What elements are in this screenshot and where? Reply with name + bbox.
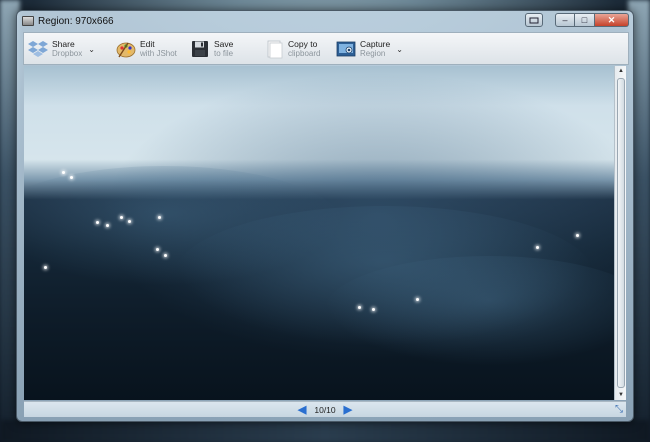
save-to-file-button[interactable]: Save to file [190, 37, 233, 61]
light-sparkle [416, 298, 419, 301]
scroll-up-arrow-icon[interactable]: ▲ [615, 66, 627, 76]
window-extra-button[interactable] [525, 13, 543, 27]
close-icon: ✕ [607, 14, 616, 25]
edit-label: Edit [140, 39, 155, 49]
share-sublabel: Dropbox [52, 49, 83, 58]
dropbox-icon [28, 40, 48, 58]
copy-to-clipboard-button[interactable]: Copy to clipboard [264, 37, 320, 61]
light-sparkle [70, 176, 73, 179]
capture-label: Capture [360, 39, 391, 49]
minimize-icon: – [562, 15, 568, 25]
scrollbar-thumb[interactable] [617, 78, 625, 388]
light-sparkle [96, 221, 99, 224]
desktop-background-bottom [0, 420, 650, 442]
jshot-window: Region: 970x666 – □ ✕ Share Dropbox ⌄ Ed… [16, 10, 634, 422]
light-sparkle [120, 216, 123, 219]
floppy-disk-icon [190, 40, 210, 58]
light-sparkle [536, 246, 539, 249]
maximize-button[interactable]: □ [575, 13, 595, 27]
copy-sublabel: clipboard [288, 49, 321, 58]
minimize-button[interactable]: – [555, 13, 575, 27]
copy-label: Copy to [288, 39, 318, 49]
save-sublabel: to file [214, 49, 234, 58]
light-sparkle [372, 308, 375, 311]
capture-region-button[interactable]: Capture Region ⌄ [336, 37, 403, 61]
light-sparkle [128, 220, 131, 223]
window-extra-icon [529, 17, 539, 23]
title-bar[interactable]: Region: 970x666 – □ ✕ [17, 11, 633, 31]
window-title: Region: 970x666 [38, 15, 114, 27]
wave-shape [324, 256, 614, 366]
zoom-tool-icon[interactable]: ⤡ [615, 404, 623, 415]
window-controls: – □ ✕ [525, 13, 629, 27]
arrow-right-icon[interactable]: ▶ [344, 403, 352, 416]
light-sparkle [44, 266, 47, 269]
light-sparkle [62, 171, 65, 174]
chevron-down-icon[interactable]: ⌄ [396, 45, 403, 54]
share-label: Share [52, 39, 75, 49]
light-sparkle [576, 234, 579, 237]
light-sparkle [106, 224, 109, 227]
save-label: Save [214, 39, 234, 49]
toolbar: Share Dropbox ⌄ Edit with JShot Save to … [23, 32, 629, 65]
arrow-left-icon[interactable]: ◀ [298, 403, 306, 416]
page-indicator: 10/10 [314, 404, 336, 415]
status-bar: ◀ 10/10 ▶ ⤡ [24, 401, 626, 417]
light-sparkle [158, 216, 161, 219]
edit-sublabel: with JShot [140, 49, 177, 58]
light-sparkle [156, 248, 159, 251]
vertical-scrollbar[interactable]: ▲ ▼ [614, 66, 626, 400]
scroll-down-arrow-icon[interactable]: ▼ [615, 390, 627, 400]
camera-icon [336, 40, 356, 58]
screenshot-preview [24, 66, 614, 400]
clipboard-icon [264, 40, 284, 59]
chevron-down-icon[interactable]: ⌄ [88, 45, 95, 54]
app-icon [22, 16, 34, 26]
light-sparkle [164, 254, 167, 257]
close-button[interactable]: ✕ [595, 13, 629, 27]
edit-jshot-button[interactable]: Edit with JShot [116, 37, 177, 61]
light-sparkle [358, 306, 361, 309]
palette-icon [116, 40, 136, 58]
capture-sublabel: Region [360, 49, 386, 58]
maximize-icon: □ [581, 15, 588, 25]
share-dropbox-button[interactable]: Share Dropbox ⌄ [28, 37, 95, 61]
